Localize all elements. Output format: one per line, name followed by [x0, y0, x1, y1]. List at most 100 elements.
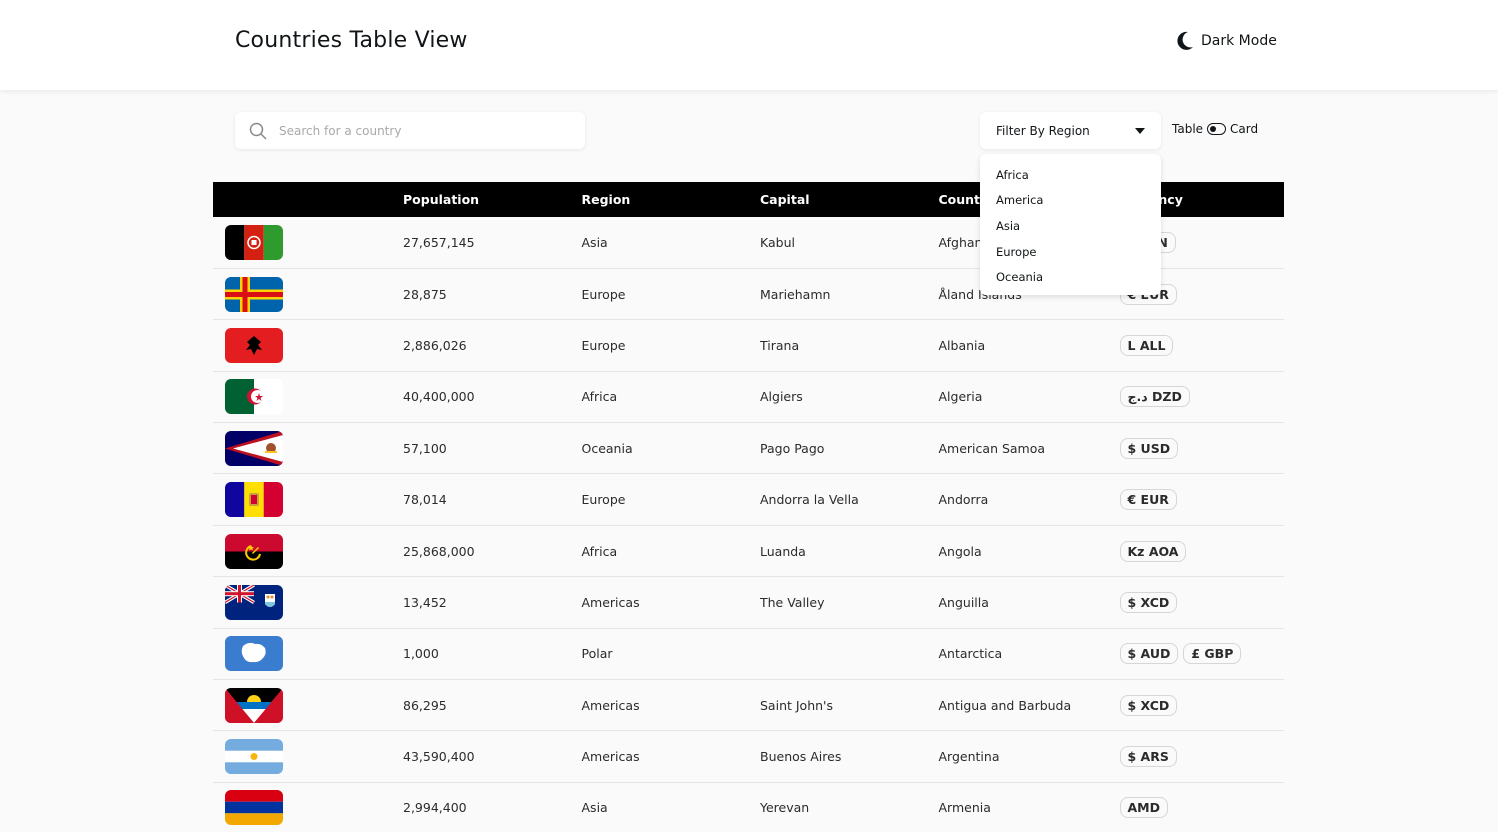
region-cell: Oceania: [581, 440, 633, 456]
country-cell: Andorra: [938, 492, 989, 508]
region-option-asia[interactable]: Asia: [980, 213, 1161, 239]
region-option-europe[interactable]: Europe: [980, 239, 1161, 265]
header-capital[interactable]: Capital: [748, 182, 927, 217]
american-samoa-flag: [225, 430, 283, 466]
capital-cell: Tirana: [760, 337, 800, 353]
flag-cell: [213, 628, 391, 679]
population-cell: 43,590,400: [403, 749, 475, 765]
currency-cell: $ XCD: [1108, 577, 1285, 628]
currency-chip: Kz AOA: [1119, 540, 1187, 562]
currency-cell: AMD: [1108, 782, 1285, 832]
capital-cell: Andorra la Vella: [760, 492, 859, 508]
population-cell: 40,400,000: [403, 389, 475, 405]
region-cell: Asia: [581, 800, 608, 816]
flag-cell: [213, 320, 391, 371]
currency-chip: $ USD: [1119, 437, 1179, 459]
header-population[interactable]: Population: [391, 182, 570, 217]
country-cell: Algeria: [938, 389, 983, 405]
currency-cell: د.ج DZD: [1108, 371, 1285, 422]
currency-chip: $ XCD: [1119, 694, 1178, 716]
capital-cell: Algiers: [760, 389, 803, 405]
antarctica-flag: [225, 636, 283, 672]
population-cell: 1,000: [403, 646, 439, 662]
capital-cell: Kabul: [760, 234, 795, 250]
table-row[interactable]: 1,000 Polar Antarctica $ AUD £ GBP: [213, 628, 1285, 680]
table-row[interactable]: 57,100 Oceania Pago Pago American Samoa $ US…: [213, 423, 1284, 474]
currency-chip: € EUR: [1119, 489, 1177, 511]
currency-chip: L ALL: [1119, 334, 1174, 356]
app-header: Countries Table View Dark Mode: [0, 0, 1498, 90]
region-cell: Africa: [581, 543, 618, 559]
table-row[interactable]: 25,868,000 Africa Luanda Angola Kz AOA: [213, 525, 1285, 577]
currency-cell: $ XCD: [1108, 680, 1285, 731]
view-toggle: Table Card: [1172, 122, 1258, 136]
flag-cell: [213, 217, 391, 268]
header-flag: [213, 182, 391, 217]
table-row[interactable]: 40,400,000 Africa Algiers Algeria د.ج DZD: [213, 371, 1285, 423]
table-row[interactable]: 86,295 Americas Saint John's Antigua and Ba…: [213, 680, 1284, 731]
currency-cell: Kz AOA: [1108, 525, 1285, 576]
currency-cell: $ USD: [1108, 423, 1285, 474]
capital-cell: Yerevan: [760, 800, 810, 816]
region-cell: Europe: [581, 492, 626, 508]
card-view-label[interactable]: Card: [1230, 122, 1258, 136]
albania-flag: [225, 327, 283, 363]
currency-chip: £ GBP: [1183, 643, 1242, 665]
population-cell: 2,886,026: [403, 337, 467, 353]
region-menu: Africa America Asia Europe Oceania: [980, 154, 1161, 295]
header-region[interactable]: Region: [570, 182, 749, 217]
region-cell: Africa: [581, 389, 618, 405]
population-cell: 78,014: [403, 492, 447, 508]
region-cell: Americas: [581, 749, 640, 765]
currency-cell: $ AUD £ GBP: [1108, 628, 1285, 679]
flag-cell: [213, 577, 391, 628]
country-cell: Armenia: [938, 800, 991, 816]
table-view-label[interactable]: Table: [1172, 122, 1203, 136]
capital-cell: Pago Pago: [760, 440, 825, 456]
region-cell: Americas: [581, 594, 640, 610]
country-cell: Argentina: [938, 749, 1000, 765]
page-title: Countries Table View: [235, 28, 468, 53]
table-row[interactable]: 78,014 Europe Andorra la Vella Andorra € EUR: [213, 474, 1284, 526]
currency-chip: $ ARS: [1119, 746, 1177, 768]
algeria-flag: [225, 379, 283, 415]
currency-chip: $ AUD: [1119, 643, 1179, 665]
population-cell: 13,452: [403, 594, 447, 610]
country-cell: Angola: [938, 543, 982, 559]
table-row[interactable]: 2,886,026 Europe Tirana Albania L ALL: [213, 320, 1284, 372]
population-cell: 2,994,400: [403, 800, 467, 816]
search-icon: [249, 122, 267, 140]
region-cell: Asia: [581, 234, 608, 250]
dark-mode-label: Dark Mode: [1201, 33, 1277, 49]
flag-cell: [213, 680, 391, 731]
afghanistan-flag: [225, 224, 283, 260]
country-cell: Albania: [938, 337, 986, 353]
flag-cell: [213, 423, 391, 474]
flag-cell: [213, 474, 391, 525]
moon-icon: [1177, 31, 1193, 50]
currency-chip: د.ج DZD: [1119, 386, 1190, 408]
search-input[interactable]: [279, 123, 569, 138]
view-switch[interactable]: [1207, 123, 1227, 135]
region-cell: Europe: [581, 286, 626, 302]
country-cell: Antigua and Barbuda: [938, 697, 1072, 713]
dark-mode-toggle[interactable]: Dark Mode: [1176, 31, 1277, 51]
region-option-america[interactable]: America: [980, 188, 1161, 214]
armenia-flag: [225, 790, 283, 826]
table-row[interactable]: 43,590,400 Americas Buenos Aires Argentina $…: [213, 731, 1284, 783]
table-row[interactable]: 2,994,400 Asia Yerevan Armenia AMD: [213, 782, 1284, 832]
flag-cell: [213, 731, 391, 782]
region-option-africa[interactable]: Africa: [980, 162, 1161, 188]
population-cell: 25,868,000: [403, 543, 475, 559]
aland-flag: [225, 276, 283, 312]
region-option-oceania[interactable]: Oceania: [980, 264, 1161, 290]
capital-cell: Luanda: [760, 543, 806, 559]
region-cell: Americas: [581, 697, 640, 713]
antigua-flag: [225, 687, 283, 723]
capital-cell: The Valley: [760, 594, 825, 610]
flag-cell: [213, 268, 391, 319]
table-row[interactable]: 13,452 Americas The Valley Anguilla $ XCD: [213, 577, 1285, 629]
angola-flag: [225, 533, 283, 569]
caret-down-icon: [1135, 127, 1145, 134]
region-filter-dropdown[interactable]: Filter By Region: [980, 112, 1161, 149]
